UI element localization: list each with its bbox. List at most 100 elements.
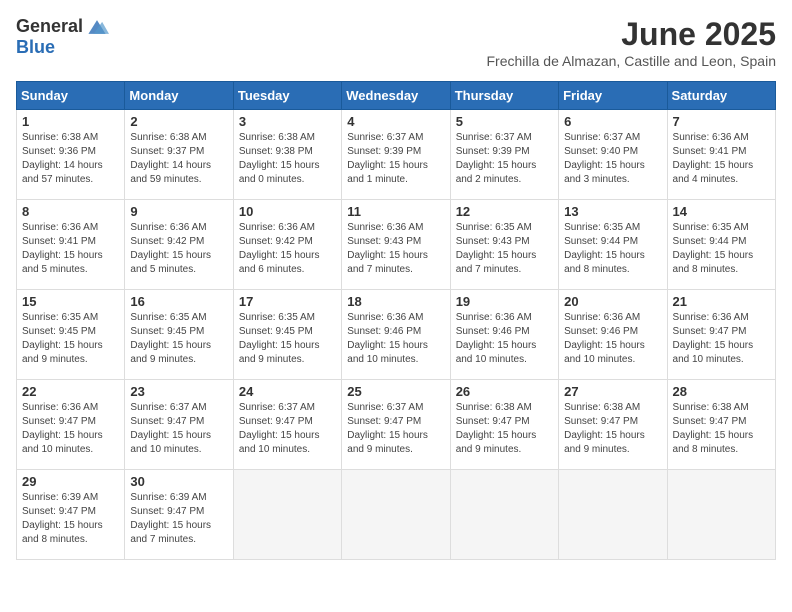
calendar-day-cell: 23 Sunrise: 6:37 AM Sunset: 9:47 PM Dayli… [125,380,233,470]
title-block: June 2025 Frechilla de Almazan, Castille… [486,16,776,77]
calendar-week-row: 22 Sunrise: 6:36 AM Sunset: 9:47 PM Dayli… [17,380,776,470]
day-info: Sunrise: 6:36 AM Sunset: 9:43 PM Dayligh… [347,221,444,277]
calendar-day-cell: 9 Sunrise: 6:36 AM Sunset: 9:42 PM Daylig… [125,200,233,290]
calendar-day-cell: 28 Sunrise: 6:38 AM Sunset: 9:47 PM Dayli… [667,380,775,470]
day-number: 11 [347,204,444,219]
day-number: 14 [673,204,770,219]
day-info: Sunrise: 6:37 AM Sunset: 9:47 PM Dayligh… [347,401,444,457]
calendar-day-cell: 5 Sunrise: 6:37 AM Sunset: 9:39 PM Daylig… [450,110,558,200]
day-info: Sunrise: 6:35 AM Sunset: 9:43 PM Dayligh… [456,221,553,277]
day-number: 2 [130,114,227,129]
day-info: Sunrise: 6:36 AM Sunset: 9:46 PM Dayligh… [456,311,553,367]
day-number: 18 [347,294,444,309]
day-info: Sunrise: 6:36 AM Sunset: 9:41 PM Dayligh… [22,221,119,277]
day-info: Sunrise: 6:35 AM Sunset: 9:45 PM Dayligh… [239,311,336,367]
day-number: 8 [22,204,119,219]
day-number: 26 [456,384,553,399]
calendar-day-cell: 10 Sunrise: 6:36 AM Sunset: 9:42 PM Dayli… [233,200,341,290]
calendar-day-cell: 15 Sunrise: 6:35 AM Sunset: 9:45 PM Dayli… [17,290,125,380]
calendar-day-cell: 11 Sunrise: 6:36 AM Sunset: 9:43 PM Dayli… [342,200,450,290]
calendar-header-row: SundayMondayTuesdayWednesdayThursdayFrid… [17,82,776,110]
day-info: Sunrise: 6:36 AM Sunset: 9:47 PM Dayligh… [22,401,119,457]
calendar-day-cell: 3 Sunrise: 6:38 AM Sunset: 9:38 PM Daylig… [233,110,341,200]
calendar-day-cell: 18 Sunrise: 6:36 AM Sunset: 9:46 PM Dayli… [342,290,450,380]
day-info: Sunrise: 6:35 AM Sunset: 9:44 PM Dayligh… [564,221,661,277]
calendar-day-cell: 7Sunrise: 6:36 AM Sunset: 9:41 PM Daylig… [667,110,775,200]
day-number: 6 [564,114,661,129]
day-number: 10 [239,204,336,219]
day-number: 1 [22,114,119,129]
day-info: Sunrise: 6:37 AM Sunset: 9:39 PM Dayligh… [347,131,444,187]
day-number: 28 [673,384,770,399]
calendar-day-cell: 14 Sunrise: 6:35 AM Sunset: 9:44 PM Dayli… [667,200,775,290]
day-info: Sunrise: 6:38 AM Sunset: 9:37 PM Dayligh… [130,131,227,187]
calendar-day-cell: 12 Sunrise: 6:35 AM Sunset: 9:43 PM Dayli… [450,200,558,290]
day-number: 23 [130,384,227,399]
calendar-day-cell: 26 Sunrise: 6:38 AM Sunset: 9:47 PM Dayli… [450,380,558,470]
day-number: 19 [456,294,553,309]
calendar-day-header: Saturday [667,82,775,110]
month-title: June 2025 [486,16,776,53]
calendar-day-cell: 13 Sunrise: 6:35 AM Sunset: 9:44 PM Dayli… [559,200,667,290]
logo-blue-text: Blue [16,37,55,58]
calendar-day-cell: 22 Sunrise: 6:36 AM Sunset: 9:47 PM Dayli… [17,380,125,470]
calendar-day-cell: 16 Sunrise: 6:35 AM Sunset: 9:45 PM Dayli… [125,290,233,380]
calendar-day-cell [559,470,667,560]
calendar-day-cell: 17 Sunrise: 6:35 AM Sunset: 9:45 PM Dayli… [233,290,341,380]
day-number: 17 [239,294,336,309]
calendar-day-cell [450,470,558,560]
day-number: 9 [130,204,227,219]
calendar-day-cell: 25 Sunrise: 6:37 AM Sunset: 9:47 PM Dayli… [342,380,450,470]
day-number: 15 [22,294,119,309]
logo-icon [85,18,109,36]
day-number: 27 [564,384,661,399]
day-info: Sunrise: 6:36 AM Sunset: 9:42 PM Dayligh… [130,221,227,277]
day-info: Sunrise: 6:36 AM Sunset: 9:46 PM Dayligh… [347,311,444,367]
logo-general-text: General [16,16,83,37]
day-number: 25 [347,384,444,399]
calendar-day-cell: 8 Sunrise: 6:36 AM Sunset: 9:41 PM Daylig… [17,200,125,290]
calendar-day-cell [342,470,450,560]
day-info: Sunrise: 6:35 AM Sunset: 9:45 PM Dayligh… [130,311,227,367]
day-number: 5 [456,114,553,129]
day-number: 3 [239,114,336,129]
logo: General Blue [16,16,109,58]
day-info: Sunrise: 6:36 AM Sunset: 9:42 PM Dayligh… [239,221,336,277]
day-number: 29 [22,474,119,489]
calendar-day-cell: 20Sunrise: 6:36 AM Sunset: 9:46 PM Dayli… [559,290,667,380]
calendar-day-header: Sunday [17,82,125,110]
day-info: Sunrise: 6:36 AM Sunset: 9:46 PM Dayligh… [564,311,661,367]
day-number: 16 [130,294,227,309]
day-number: 22 [22,384,119,399]
calendar-day-header: Thursday [450,82,558,110]
calendar-day-header: Tuesday [233,82,341,110]
day-number: 4 [347,114,444,129]
day-number: 21 [673,294,770,309]
calendar-week-row: 8 Sunrise: 6:36 AM Sunset: 9:41 PM Daylig… [17,200,776,290]
page-header: General Blue June 2025 Frechilla de Alma… [16,16,776,77]
day-info: Sunrise: 6:37 AM Sunset: 9:47 PM Dayligh… [239,401,336,457]
calendar-day-header: Monday [125,82,233,110]
calendar-week-row: 15 Sunrise: 6:35 AM Sunset: 9:45 PM Dayli… [17,290,776,380]
day-info: Sunrise: 6:38 AM Sunset: 9:47 PM Dayligh… [673,401,770,457]
calendar-week-row: 29 Sunrise: 6:39 AM Sunset: 9:47 PM Dayli… [17,470,776,560]
calendar-day-cell: 27Sunrise: 6:38 AM Sunset: 9:47 PM Dayli… [559,380,667,470]
calendar-day-header: Wednesday [342,82,450,110]
calendar-day-cell: 29 Sunrise: 6:39 AM Sunset: 9:47 PM Dayli… [17,470,125,560]
day-info: Sunrise: 6:39 AM Sunset: 9:47 PM Dayligh… [22,491,119,547]
calendar-day-cell: 24Sunrise: 6:37 AM Sunset: 9:47 PM Dayli… [233,380,341,470]
day-info: Sunrise: 6:35 AM Sunset: 9:44 PM Dayligh… [673,221,770,277]
day-info: Sunrise: 6:39 AM Sunset: 9:47 PM Dayligh… [130,491,227,547]
calendar-day-cell: 21 Sunrise: 6:36 AM Sunset: 9:47 PM Dayli… [667,290,775,380]
day-info: Sunrise: 6:36 AM Sunset: 9:47 PM Dayligh… [673,311,770,367]
day-number: 30 [130,474,227,489]
day-number: 12 [456,204,553,219]
day-info: Sunrise: 6:38 AM Sunset: 9:47 PM Dayligh… [456,401,553,457]
calendar-day-cell: 6Sunrise: 6:37 AM Sunset: 9:40 PM Daylig… [559,110,667,200]
day-info: Sunrise: 6:38 AM Sunset: 9:38 PM Dayligh… [239,131,336,187]
day-info: Sunrise: 6:37 AM Sunset: 9:39 PM Dayligh… [456,131,553,187]
day-number: 13 [564,204,661,219]
calendar-day-cell [233,470,341,560]
day-info: Sunrise: 6:37 AM Sunset: 9:47 PM Dayligh… [130,401,227,457]
day-info: Sunrise: 6:35 AM Sunset: 9:45 PM Dayligh… [22,311,119,367]
